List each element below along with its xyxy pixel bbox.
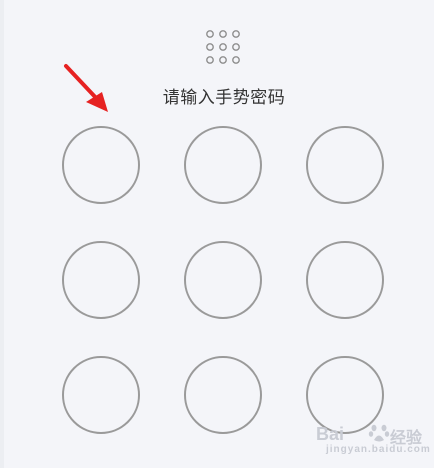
watermark-left-text: Bai [316,424,345,444]
dot-grid-icon [206,30,240,64]
pattern-node-1[interactable] [62,126,140,204]
pattern-node-5[interactable] [184,241,262,319]
paw-icon [368,424,390,442]
pattern-node-8[interactable] [184,356,262,434]
pattern-node-3[interactable] [306,126,384,204]
baidu-jingyan-watermark: Bai 经验 jingyan.baidu.com [316,410,431,462]
watermark-url: jingyan.baidu.com [326,444,431,455]
pattern-node-4[interactable] [62,241,140,319]
pattern-node-6[interactable] [306,241,384,319]
pattern-node-7[interactable] [62,356,140,434]
red-arrow-icon [64,64,108,112]
left-edge [0,0,4,468]
pattern-node-2[interactable] [184,126,262,204]
